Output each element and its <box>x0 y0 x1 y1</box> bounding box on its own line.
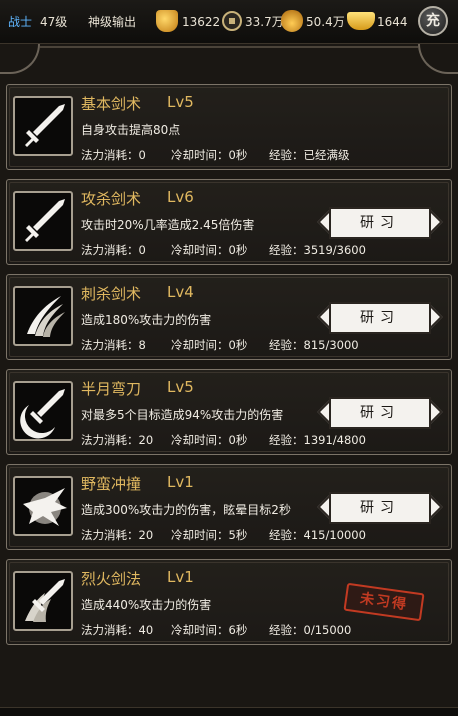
recharge-button[interactable]: 充 <box>418 6 448 36</box>
study-button[interactable]: 研习 <box>317 492 443 524</box>
skill-card-savage-charge: 野蛮冲撞 Lv1 造成300%攻击力的伤害，眩晕目标2秒 法力消耗：20 冷却时… <box>6 464 452 550</box>
study-button[interactable]: 研习 <box>317 397 443 429</box>
skill-name: 攻杀剑术 <box>81 190 142 208</box>
cooldown: 冷却时间：0秒 <box>171 148 248 162</box>
crescent-sword-icon <box>20 389 65 439</box>
experience: 经验：815/3000 <box>269 338 359 352</box>
money-bag-icon <box>281 10 303 32</box>
skill-card-attack-kill-sword: 攻杀剑术 Lv6 攻击时20%几率造成2.45倍伤害 法力消耗：0 冷却时间：0… <box>6 179 452 265</box>
frame-ornament-left <box>0 44 40 74</box>
study-button-label[interactable]: 研习 <box>329 397 431 429</box>
mana-cost: 法力消耗：8 <box>81 338 146 352</box>
skill-icon-frame <box>13 286 73 346</box>
experience: 经验：0/15000 <box>269 623 352 637</box>
player-level: 47级 <box>40 15 68 29</box>
skill-icon-frame <box>13 476 73 536</box>
mana-cost: 法力消耗：0 <box>81 243 146 257</box>
not-learned-stamp: 未习得 <box>343 582 425 622</box>
copper-coin-icon <box>222 11 242 31</box>
skill-icon-frame <box>13 381 73 441</box>
experience: 经验：1391/4800 <box>269 433 366 447</box>
bottom-edge <box>0 707 458 716</box>
skill-level: Lv6 <box>167 188 194 206</box>
claw-slash-icon <box>27 296 65 337</box>
skill-icon-frame <box>13 571 73 631</box>
study-button-label[interactable]: 研习 <box>329 207 431 239</box>
cooldown: 冷却时间：0秒 <box>171 243 248 257</box>
coin-value: 33.7万 <box>245 15 284 29</box>
skill-level: Lv5 <box>167 378 194 396</box>
mana-cost: 法力消耗：0 <box>81 148 146 162</box>
skill-description: 对最多5个目标造成94%攻击力的伤害 <box>81 408 284 422</box>
combat-power-icon <box>156 10 178 32</box>
experience: 经验：415/10000 <box>269 528 366 542</box>
skill-name: 刺杀剑术 <box>81 285 142 303</box>
money-bag-value: 50.4万 <box>306 15 345 29</box>
skill-name: 基本剑术 <box>81 95 142 113</box>
frame-ornament-right <box>418 44 458 74</box>
ingot-value: 1644 <box>377 15 408 29</box>
cooldown: 冷却时间：5秒 <box>171 528 248 542</box>
top-status-bar: 战士 47级 神级输出 13622 33.7万 50.4万 1644 充 <box>0 0 458 44</box>
study-button-label[interactable]: 研习 <box>329 492 431 524</box>
study-button[interactable]: 研习 <box>317 302 443 334</box>
frame-divider <box>40 46 418 48</box>
skill-icon-frame <box>13 96 73 156</box>
skill-level: Lv5 <box>167 93 194 111</box>
skill-card-basic-sword: 基本剑术 Lv5 自身攻击提高80点 法力消耗：0 冷却时间：0秒 经验：已经满… <box>6 84 452 170</box>
skill-level: Lv4 <box>167 283 194 301</box>
study-button[interactable]: 研习 <box>317 207 443 239</box>
skill-description: 造成180%攻击力的伤害 <box>81 313 212 327</box>
sword-icon <box>25 104 65 147</box>
cooldown: 冷却时间：0秒 <box>171 338 248 352</box>
mana-cost: 法力消耗：40 <box>81 623 154 637</box>
combat-power-value: 13622 <box>182 15 221 29</box>
study-button-label[interactable]: 研习 <box>329 302 431 334</box>
skill-card-stab-sword: 刺杀剑术 Lv4 造成180%攻击力的伤害 法力消耗：8 冷却时间：0秒 经验：… <box>6 274 452 360</box>
skill-card-blazing-sword: 烈火剑法 Lv1 造成440%攻击力的伤害 法力消耗：40 冷却时间：6秒 经验… <box>6 559 452 645</box>
mana-cost: 法力消耗：20 <box>81 528 154 542</box>
gold-ingot-icon <box>347 12 375 30</box>
charge-icon <box>23 488 67 526</box>
cooldown: 冷却时间：6秒 <box>171 623 248 637</box>
skill-description: 造成440%攻击力的伤害 <box>81 598 212 612</box>
skill-card-half-moon-blade: 半月弯刀 Lv5 对最多5个目标造成94%攻击力的伤害 法力消耗：20 冷却时间… <box>6 369 452 455</box>
skill-description: 造成300%攻击力的伤害，眩晕目标2秒 <box>81 503 291 517</box>
skill-name: 烈火剑法 <box>81 570 142 588</box>
skill-level: Lv1 <box>167 568 194 586</box>
skill-icon-frame <box>13 191 73 251</box>
experience: 经验：已经满级 <box>269 148 350 162</box>
sword-icon <box>25 199 65 242</box>
skill-name: 半月弯刀 <box>81 380 142 398</box>
skill-description: 攻击时20%几率造成2.45倍伤害 <box>81 218 255 232</box>
experience: 经验：3519/3600 <box>269 243 366 257</box>
mana-cost: 法力消耗：20 <box>81 433 154 447</box>
skill-name: 野蛮冲撞 <box>81 475 142 493</box>
class-label: 战士 <box>8 15 33 29</box>
skill-description: 自身攻击提高80点 <box>81 123 181 137</box>
cooldown: 冷却时间：0秒 <box>171 433 248 447</box>
player-rank: 神级输出 <box>88 15 137 29</box>
skill-level: Lv1 <box>167 473 194 491</box>
fire-sword-icon <box>25 579 65 622</box>
